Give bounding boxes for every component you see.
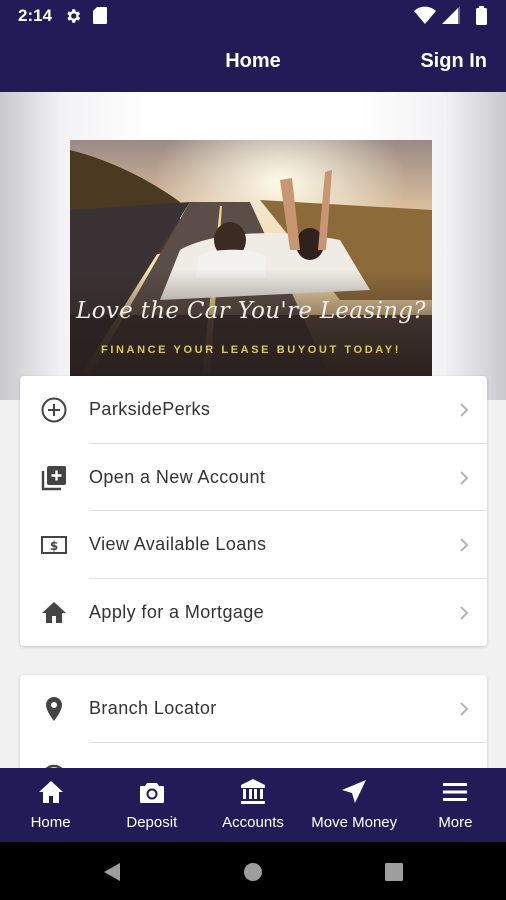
- nav-label: Accounts: [222, 814, 284, 831]
- signal-icons: [414, 6, 487, 25]
- sign-in-button[interactable]: Sign In: [420, 50, 487, 73]
- sd-card-icon: [93, 7, 107, 24]
- battery-icon: [476, 8, 487, 25]
- menu-item-label: View Available Loans: [89, 534, 267, 554]
- home-icon: [42, 601, 66, 623]
- camera-icon: [139, 783, 164, 803]
- home-circle-icon[interactable]: [242, 861, 264, 883]
- location-pin-icon: [46, 697, 62, 721]
- menu-item-view-loans[interactable]: $ View Available Loans: [20, 511, 487, 579]
- nav-label: Move Money: [311, 814, 398, 831]
- wifi-icon: [414, 6, 436, 24]
- menu-item-label: Branch Locator: [89, 698, 217, 718]
- chevron-right-icon: [460, 702, 469, 716]
- menu-item-apply-mortgage[interactable]: Apply for a Mortgage: [20, 579, 487, 647]
- menu-item-branch-locator[interactable]: Branch Locator: [20, 675, 487, 743]
- add-box-icon: [41, 465, 66, 490]
- chevron-right-icon: [460, 470, 469, 485]
- navigation-arrow-icon: [342, 780, 367, 803]
- nav-label: More: [438, 814, 473, 831]
- bank-icon: [241, 779, 265, 804]
- chevron-right-icon: [460, 403, 469, 417]
- nav-move-money[interactable]: Move Money: [304, 768, 405, 842]
- bottom-nav: Home Deposit Accounts Move Money More: [0, 768, 506, 842]
- app-header: 2:14 Home Sign In: [0, 0, 506, 92]
- quick-links-card: ParksidePerks Open a New Account $ View …: [20, 376, 487, 646]
- recents-icon[interactable]: [383, 861, 405, 883]
- menu-item-parksideperks[interactable]: ParksidePerks: [20, 376, 487, 444]
- menu-item-label: ParksidePerks: [89, 399, 211, 419]
- system-nav-bar: [0, 842, 506, 900]
- dollar-bill-icon: $: [41, 536, 67, 554]
- nav-label: Home: [30, 814, 71, 831]
- menu-item-open-account[interactable]: Open a New Account: [20, 444, 487, 511]
- menu-item-label: Open a New Account: [89, 466, 266, 487]
- plus-circle-icon: [41, 397, 67, 423]
- nav-deposit[interactable]: Deposit: [101, 768, 202, 842]
- banner-headline: Love the Car You're Leasing?: [76, 298, 426, 324]
- status-bar: 2:14: [0, 0, 506, 32]
- nav-more[interactable]: More: [405, 768, 506, 842]
- home-icon: [38, 781, 63, 803]
- svg-text:$: $: [50, 539, 58, 553]
- cell-signal-icon: [442, 8, 458, 24]
- promo-banner[interactable]: Love the Car You're Leasing? FINANCE YOU…: [70, 140, 432, 376]
- nav-home[interactable]: Home: [0, 768, 101, 842]
- menu-item-label: Apply for a Mortgage: [89, 601, 265, 622]
- status-time: 2:14: [18, 6, 53, 25]
- back-icon[interactable]: [101, 861, 123, 883]
- menu-icon: [443, 783, 468, 801]
- gear-icon: [67, 9, 81, 23]
- chevron-right-icon: [460, 605, 469, 620]
- nav-accounts[interactable]: Accounts: [202, 768, 303, 842]
- nav-label: Deposit: [126, 814, 178, 831]
- chevron-right-icon: [460, 538, 469, 552]
- banner-subline: FINANCE YOUR LEASE BUYOUT TODAY!: [101, 344, 401, 356]
- banner-photo: [70, 140, 432, 376]
